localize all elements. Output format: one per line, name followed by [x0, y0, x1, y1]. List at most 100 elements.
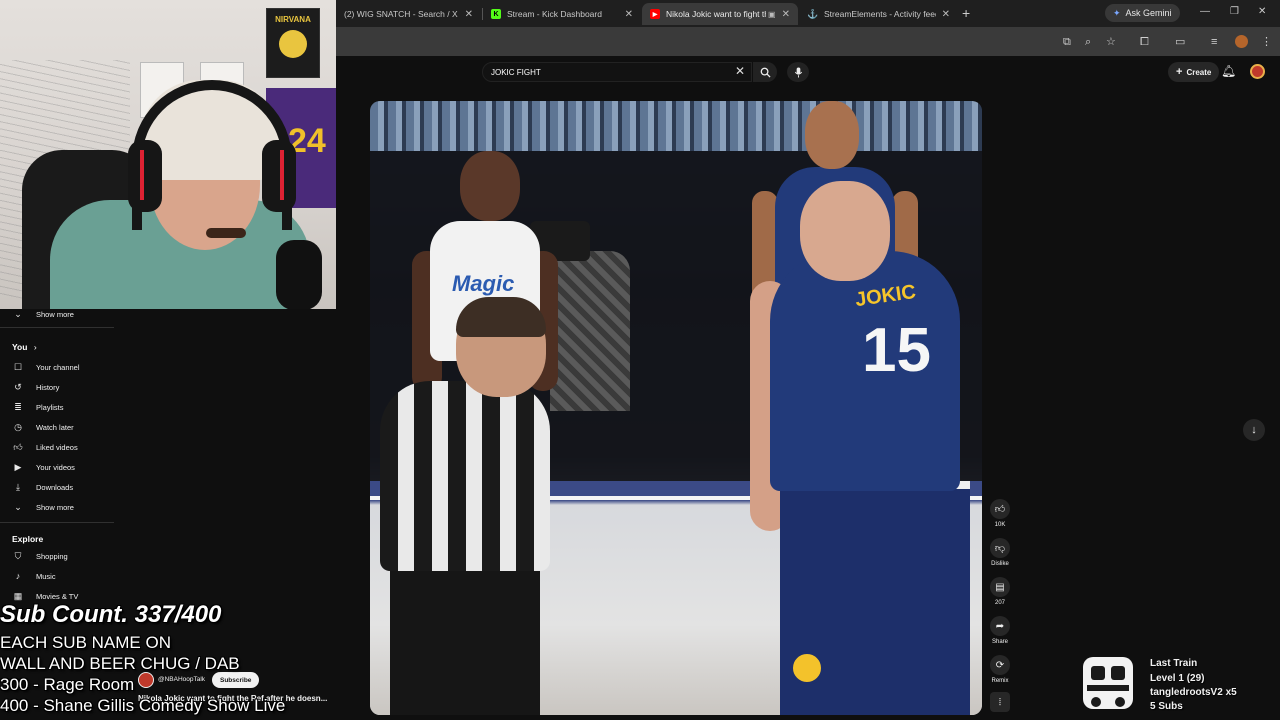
- remix-button[interactable]: ⟳ Remix: [985, 655, 1015, 684]
- account-avatar[interactable]: [1250, 64, 1265, 79]
- referee: [370, 297, 570, 715]
- comment-icon: ▤: [990, 577, 1010, 597]
- star-icon[interactable]: ☆: [1106, 36, 1116, 48]
- sidebar-item-label: Shopping: [36, 551, 68, 561]
- poster-text: NIRVANA: [275, 15, 311, 24]
- chevron-right-icon: ›: [33, 342, 37, 352]
- sidebar-item-music[interactable]: ♪ Music: [12, 569, 56, 583]
- player-head: [460, 151, 520, 221]
- show-more-button-bottom[interactable]: ⌄ Show more: [12, 500, 74, 514]
- next-video-button[interactable]: ↓: [1243, 419, 1265, 441]
- remix-label: Remix: [991, 678, 1009, 684]
- clear-search-icon[interactable]: ✕: [735, 64, 745, 78]
- referee-shirt: [380, 381, 550, 571]
- train-window: [1111, 666, 1125, 680]
- profile-avatar[interactable]: [1235, 35, 1248, 48]
- close-icon[interactable]: ✕: [782, 9, 790, 20]
- sidebar-item-liked-videos[interactable]: 👍︎ Liked videos: [12, 440, 78, 454]
- share-button[interactable]: ➦ Share: [985, 616, 1015, 645]
- dislike-button[interactable]: 👎︎ Dislike: [985, 538, 1015, 567]
- extensions-icon[interactable]: ⧠: [1140, 36, 1149, 48]
- voice-search-button[interactable]: [787, 62, 809, 82]
- referee-pants: [390, 561, 540, 715]
- new-tab-button[interactable]: +: [962, 5, 970, 21]
- comments-button[interactable]: ▤ 207: [985, 577, 1015, 606]
- nirvana-poster: NIRVANA: [266, 8, 320, 78]
- divider: [0, 327, 114, 328]
- magic-jersey-text: Magic: [452, 271, 515, 296]
- search-icon: [760, 67, 771, 78]
- train-subs: 5 Subs: [1150, 701, 1183, 712]
- sidebar-item-label: Playlists: [36, 402, 64, 412]
- music-note-icon: ♪: [15, 571, 21, 581]
- close-icon[interactable]: ✕: [625, 9, 633, 20]
- video-player[interactable]: Magic JOKIC 15: [370, 101, 982, 715]
- media-control-icon[interactable]: ≡: [1211, 36, 1217, 48]
- sidebar-item-label: Liked videos: [36, 442, 78, 452]
- notifications-bell-icon[interactable]: 🔔︎: [1221, 64, 1236, 78]
- audio-icon[interactable]: ▣: [768, 10, 776, 19]
- tab-kick-dashboard[interactable]: K Stream - Kick Dashboard ✕: [483, 3, 641, 25]
- divider: [0, 522, 114, 523]
- train-wheel: [1091, 697, 1101, 707]
- sidebar-item-downloads[interactable]: ⤓ Downloads: [12, 480, 73, 494]
- sidebar-item-label: History: [36, 382, 60, 392]
- sidebar-item-shopping[interactable]: ⛉ Shopping: [12, 549, 68, 563]
- tab-title: Stream - Kick Dashboard: [507, 9, 602, 19]
- plus-icon: +: [1176, 66, 1183, 78]
- jersey-name: JOKIC: [853, 280, 918, 312]
- thumbs-down-icon: 👎︎: [990, 538, 1010, 558]
- sub-goal-line: WALL AND BEER CHUG / DAB: [0, 654, 240, 673]
- sidebar-item-watch-later[interactable]: ◷ Watch later: [12, 420, 74, 434]
- search-input[interactable]: JOKIC FIGHT: [482, 62, 752, 82]
- cast-icon[interactable]: ⧉: [1063, 36, 1071, 48]
- channel-icon: ☐: [13, 361, 23, 372]
- show-more-button-top[interactable]: ⌄ Show more: [12, 307, 74, 321]
- sidebar-item-history[interactable]: ↺ History: [12, 380, 59, 394]
- tab-wig-snatch-search[interactable]: (2) WIG SNATCH - Search / X ✕: [336, 3, 481, 25]
- gemini-sparkle-icon: ✦: [1113, 7, 1121, 18]
- history-icon: ↺: [14, 381, 22, 392]
- player-head: [805, 101, 859, 169]
- sound-button[interactable]: ⦙: [985, 692, 1015, 712]
- arrow-down-icon: ↓: [1251, 424, 1257, 436]
- create-button[interactable]: + Create: [1168, 62, 1220, 82]
- close-icon[interactable]: ✕: [942, 9, 950, 20]
- chevron-down-icon: ⌄: [14, 501, 22, 512]
- share-icon: ➦: [990, 616, 1010, 636]
- referee-hair: [456, 297, 546, 337]
- like-button[interactable]: 👍︎ 10K: [985, 499, 1015, 528]
- train-window: [1091, 666, 1105, 680]
- channel-avatar[interactable]: [138, 672, 154, 688]
- minimize-icon[interactable]: —: [1200, 6, 1210, 17]
- ask-gemini-button[interactable]: ✦ Ask Gemini: [1105, 4, 1180, 22]
- film-icon: ▦: [13, 590, 23, 601]
- kick-logo-icon: K: [491, 9, 501, 19]
- smiley-face-icon: [279, 30, 307, 58]
- zoom-icon[interactable]: ⌕: [1085, 36, 1091, 48]
- tab-youtube-jokic[interactable]: ▶ Nikola Jokic want to fight th ▣ ✕: [642, 3, 798, 25]
- kebab-menu-icon[interactable]: ⋮: [1261, 36, 1272, 48]
- channel-handle[interactable]: @NBAHoopTalk: [158, 676, 205, 683]
- you-section-heading[interactable]: You ›: [12, 342, 37, 352]
- window-close-icon[interactable]: ✕: [1258, 6, 1266, 17]
- like-count: 10K: [994, 522, 1006, 528]
- nuggets-logo: [790, 651, 824, 685]
- restore-icon[interactable]: ❐: [1230, 6, 1239, 17]
- train-band: [1087, 685, 1129, 691]
- sidebar-item-your-channel[interactable]: ☐ Your channel: [12, 360, 80, 374]
- close-icon[interactable]: ✕: [465, 9, 473, 20]
- tab-streamelements[interactable]: ⚓ StreamElements - Activity feed ✕: [800, 3, 958, 25]
- ask-gemini-label: Ask Gemini: [1125, 8, 1172, 18]
- sidebar-item-your-videos[interactable]: ▶ Your videos: [12, 460, 75, 474]
- comment-count: 207: [994, 600, 1005, 606]
- sidepanel-icon[interactable]: ▭: [1175, 36, 1185, 48]
- search-button[interactable]: [753, 62, 777, 82]
- you-heading-label: You: [12, 342, 28, 352]
- subscribe-button[interactable]: Subscribe: [212, 672, 260, 688]
- remix-icon: ⟳: [990, 655, 1010, 675]
- player-head: [800, 181, 890, 281]
- streamelements-logo-icon: ⚓: [807, 8, 819, 19]
- sidebar-item-playlists[interactable]: ≣ Playlists: [12, 400, 64, 414]
- sidebar-item-label: Your channel: [36, 362, 80, 372]
